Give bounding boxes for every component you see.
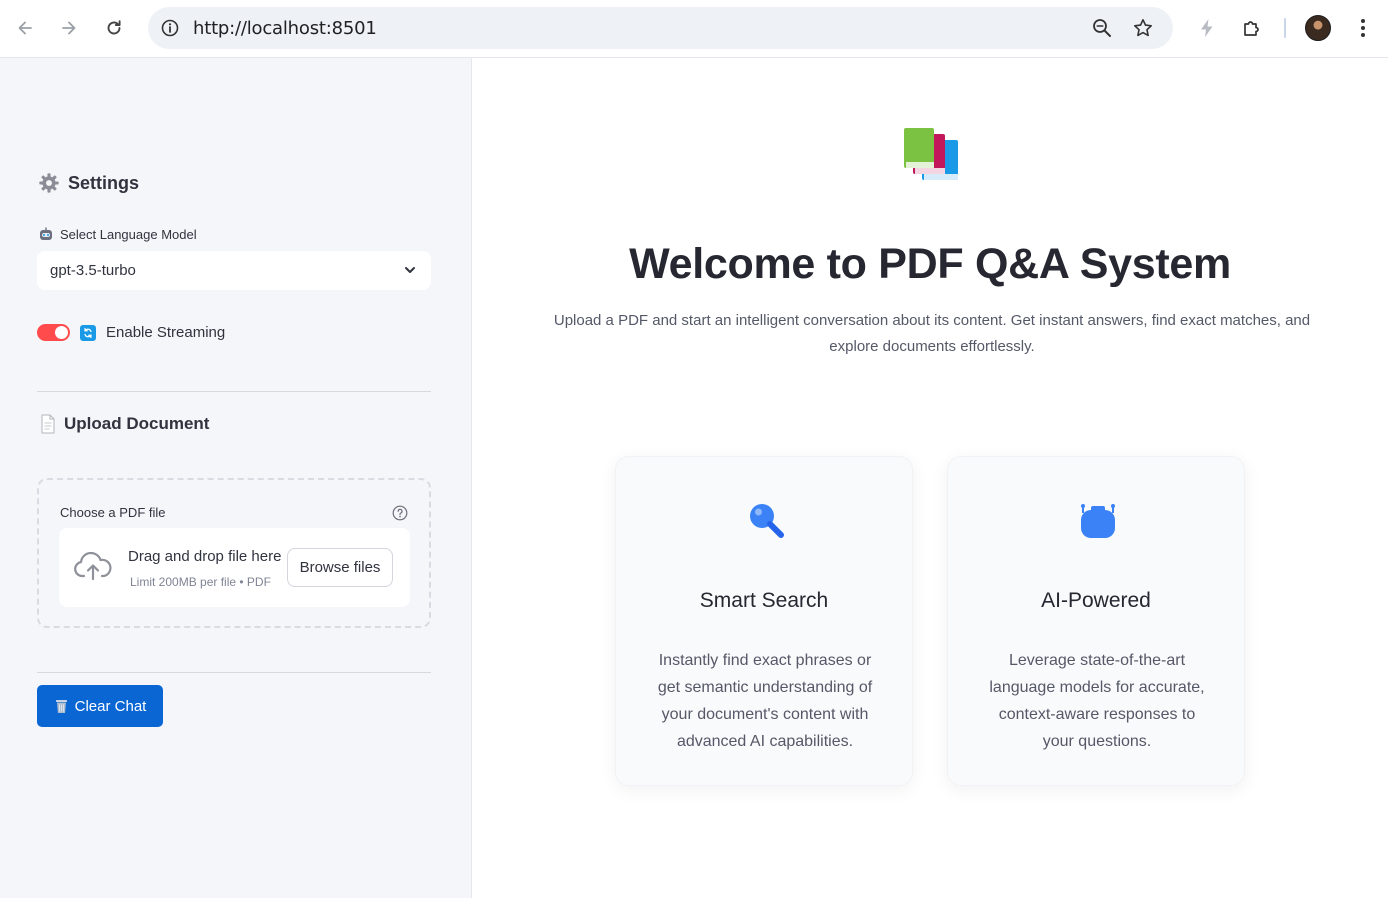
chevron-down-icon [405,267,415,273]
streaming-label: Enable Streaming [106,324,226,341]
divider [37,672,431,673]
pdf-uploader: Choose a PDF file Drag and drop file her… [37,478,431,628]
selected-model: gpt-3.5-turbo [50,262,136,279]
sidebar: Settings Select Language Model gpt-3.5-t… [0,58,472,898]
url-text: http://localhost:8501 [193,18,377,39]
card-text: Instantly find exact phrases or get sema… [657,652,873,750]
arrow-left-icon [18,21,32,35]
back-button[interactable] [11,14,39,42]
arrow-right-icon [62,21,76,35]
browse-files-button[interactable]: Browse files [287,548,393,587]
upload-header: Upload Document [40,414,209,434]
robot-icon [40,227,52,240]
cloud-upload-icon [74,552,112,581]
page-subtitle: Upload a PDF and start an intelligent co… [553,312,1311,355]
streaming-toggle[interactable] [37,324,70,341]
refresh-icon [80,324,96,341]
clear-chat-button[interactable]: Clear Chat [37,685,163,727]
forward-button[interactable] [55,14,83,42]
divider [37,391,431,392]
help-icon[interactable] [392,505,408,521]
settings-header: Settings [38,172,139,194]
bookmark-star-icon[interactable] [1132,17,1154,39]
robot-icon [1081,504,1115,538]
books-icon [904,128,958,180]
site-info-icon[interactable] [160,18,180,38]
kebab-menu-icon[interactable] [1351,16,1375,40]
card-text: Leverage state-of-the-art language model… [989,652,1205,750]
drop-instructions: Drag and drop file here [128,548,282,565]
feature-card-ai-powered: AI-Powered Leverage state-of-the-art lan… [947,456,1245,786]
extensions-icon[interactable] [1240,16,1264,40]
upload-title: Upload Document [64,414,210,433]
zoom-icon[interactable] [1091,17,1113,39]
toolbar-separator [1284,18,1286,38]
gear-icon [39,173,59,193]
file-dropzone[interactable]: Drag and drop file here Limit 200MB per … [59,528,410,607]
feature-card-smart-search: Smart Search Instantly find exact phrase… [615,456,913,786]
main-content: Welcome to PDF Q&A System Upload a PDF a… [472,58,1388,898]
uploader-label: Choose a PDF file [60,505,166,520]
browser-toolbar: http://localhost:8501 [0,0,1388,58]
wastebasket-icon [55,700,67,713]
file-limit-text: Limit 200MB per file • PDF [130,575,271,589]
address-bar[interactable]: http://localhost:8501 [148,7,1173,49]
settings-title: Settings [68,172,140,193]
clear-chat-label: Clear Chat [74,697,147,715]
lightning-icon[interactable] [1195,16,1219,40]
card-title: Smart Search [699,589,829,612]
model-label: Select Language Model [38,226,197,242]
document-icon [41,414,55,434]
streaming-toggle-row[interactable]: Enable Streaming [37,324,225,341]
reload-icon [107,20,121,35]
magnifier-icon [750,504,784,538]
profile-avatar[interactable] [1305,15,1331,41]
page-title: Welcome to PDF Q&A System [629,240,1231,288]
model-label-text: Select Language Model [60,226,197,242]
language-model-select[interactable]: gpt-3.5-turbo [37,251,431,290]
card-title: AI-Powered [1041,589,1151,612]
reload-button[interactable] [100,14,128,42]
